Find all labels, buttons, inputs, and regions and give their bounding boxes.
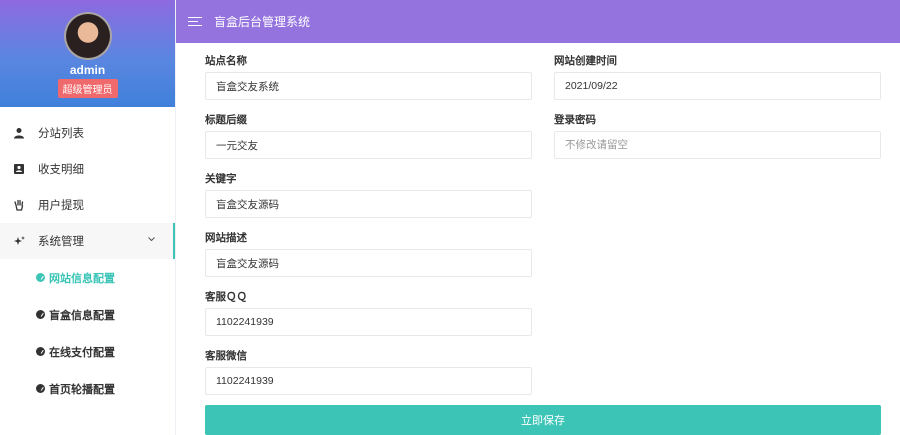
user-panel: admin 超级管理员: [0, 0, 175, 107]
created-time-field: 网站创建时间: [554, 53, 881, 100]
submenu-item-label: 网站信息配置: [49, 272, 115, 285]
compass-icon: [36, 384, 45, 393]
description-label: 网站描述: [205, 232, 247, 244]
sidebar-item-system-management[interactable]: 系统管理: [0, 223, 175, 259]
compass-icon: [36, 310, 45, 319]
site-name-label: 站点名称: [205, 55, 247, 67]
site-name-input[interactable]: [205, 72, 532, 100]
hand-icon: [12, 198, 26, 212]
service-qq-input[interactable]: [205, 308, 532, 336]
site-name-field: 站点名称: [205, 53, 532, 100]
created-time-input[interactable]: [554, 72, 881, 100]
keywords-label: 关键字: [205, 173, 237, 185]
sidebar-menu: 分站列表 收支明细 用户提现 系统管理 网站信息配置 盲盒信息配置 在线支付配置…: [0, 107, 175, 407]
submenu-item-label: 在线支付配置: [49, 346, 115, 359]
login-password-field: 登录密码: [554, 112, 881, 159]
settings-form: 站点名称 网站创建时间 标题后缀 登录密码 关键字 网站描述 客服ＱＱ 客服微: [176, 43, 900, 435]
compass-icon: [36, 347, 45, 356]
app-window: admin 超级管理员 分站列表 收支明细 用户提现 系统管理 网站信息配置 盲…: [0, 0, 900, 435]
description-field: 网站描述: [205, 230, 532, 277]
service-wechat-label: 客服微信: [205, 350, 247, 362]
sidebar-item-label: 分站列表: [38, 128, 84, 140]
submenu-item-online-payment[interactable]: 在线支付配置: [0, 333, 175, 370]
sidebar: admin 超级管理员 分站列表 收支明细 用户提现 系统管理 网站信息配置 盲…: [0, 0, 176, 435]
created-time-label: 网站创建时间: [554, 55, 617, 67]
service-wechat-input[interactable]: [205, 367, 532, 395]
person-icon: [12, 126, 26, 140]
top-bar: 盲盒后台管理系统: [176, 0, 900, 43]
submenu-item-label: 盲盒信息配置: [49, 309, 115, 322]
app-title: 盲盒后台管理系统: [214, 15, 311, 29]
title-suffix-input[interactable]: [205, 131, 532, 159]
submenu-item-site-info[interactable]: 网站信息配置: [0, 259, 175, 296]
title-suffix-field: 标题后缀: [205, 112, 532, 159]
service-wechat-field: 客服微信: [205, 348, 532, 395]
avatar[interactable]: [63, 12, 112, 60]
service-qq-label: 客服ＱＱ: [205, 291, 247, 303]
keywords-field: 关键字: [205, 171, 532, 218]
compass-icon: [36, 273, 45, 282]
sparkle-icon: [12, 234, 26, 248]
sidebar-item-label: 系统管理: [38, 236, 84, 248]
sidebar-item-income-expense[interactable]: 收支明细: [0, 151, 175, 187]
login-password-label: 登录密码: [554, 114, 596, 126]
description-input[interactable]: [205, 249, 532, 277]
role-badge: 超级管理员: [57, 79, 118, 98]
sidebar-item-branch-list[interactable]: 分站列表: [0, 115, 175, 151]
sidebar-item-withdrawal[interactable]: 用户提现: [0, 187, 175, 223]
sidebar-item-label: 用户提现: [38, 200, 84, 212]
contact-card-icon: [12, 162, 26, 176]
submenu-item-label: 首页轮播配置: [49, 383, 115, 396]
save-button[interactable]: 立即保存: [205, 405, 881, 435]
submenu-item-home-carousel[interactable]: 首页轮播配置: [0, 370, 175, 407]
sidebar-item-label: 收支明细: [38, 164, 84, 176]
submenu-item-blindbox-info[interactable]: 盲盒信息配置: [0, 296, 175, 333]
keywords-input[interactable]: [205, 190, 532, 218]
menu-toggle-icon[interactable]: [188, 16, 202, 27]
service-qq-field: 客服ＱＱ: [205, 289, 532, 336]
user-name: admin: [69, 63, 106, 77]
chevron-down-icon: [148, 234, 155, 244]
title-suffix-label: 标题后缀: [205, 114, 247, 126]
login-password-input[interactable]: [554, 131, 881, 159]
